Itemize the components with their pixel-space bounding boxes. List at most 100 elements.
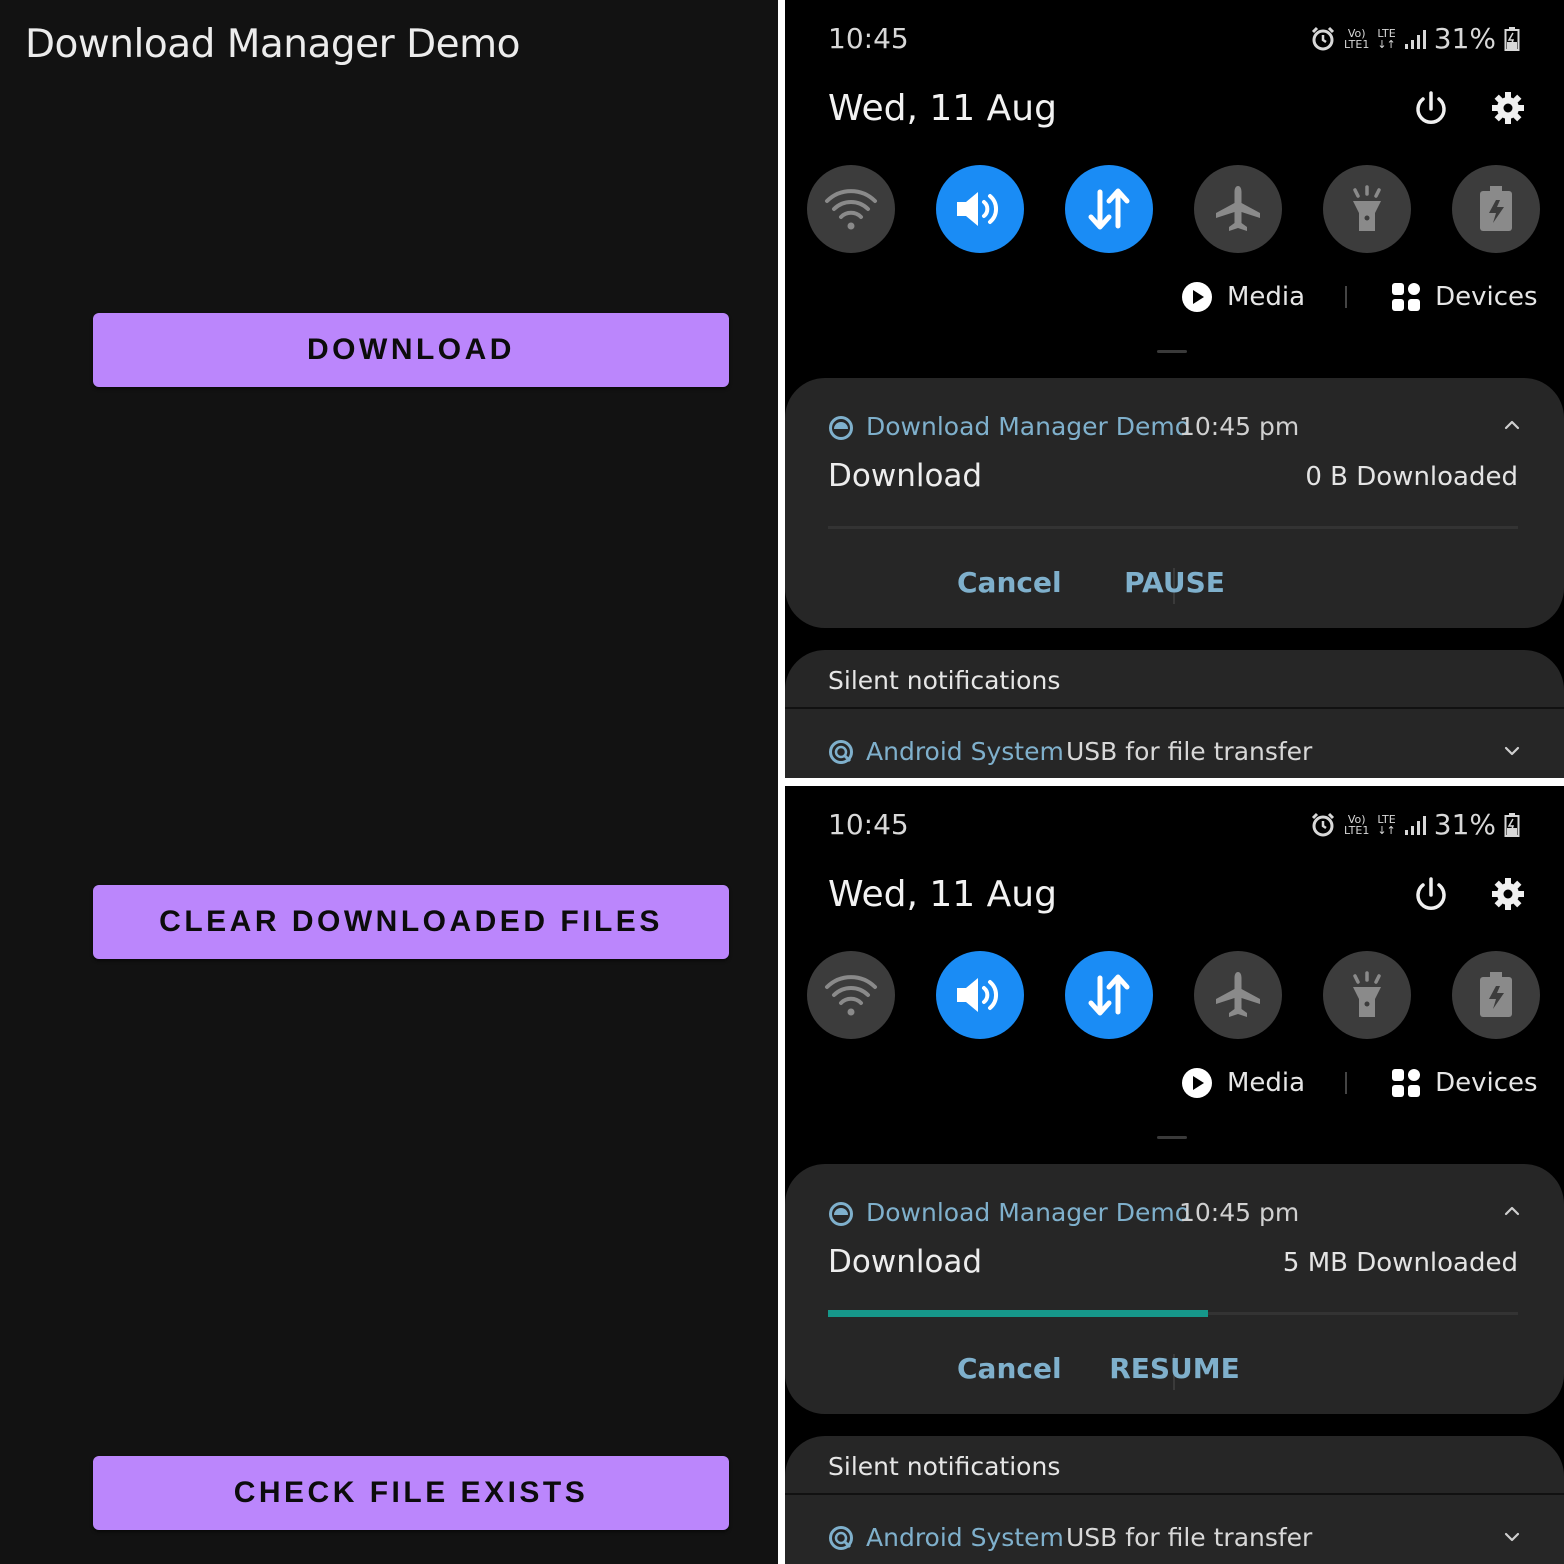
silent-notifications-header: Silent notifications — [828, 1452, 1061, 1481]
wifi-tile[interactable] — [807, 165, 895, 253]
settings-icon[interactable] — [1490, 876, 1526, 912]
chevron-down-icon[interactable] — [1504, 746, 1520, 756]
media-devices-row: Media Devices — [1181, 1067, 1538, 1099]
download-notification[interactable]: Download Manager Demo 10:45 pm Download … — [785, 1164, 1564, 1414]
download-progress-bar — [828, 526, 1518, 529]
silent-notifications-header: Silent notifications — [828, 666, 1061, 695]
status-time: 10:45 — [828, 808, 909, 841]
status-time: 10:45 — [828, 22, 909, 55]
airplane-tile[interactable] — [1194, 165, 1282, 253]
status-bar-icons: Vo) LTE1 LTE ↓↑ 31% — [1310, 22, 1520, 55]
wifi-icon — [825, 189, 877, 230]
power-saving-tile[interactable] — [1452, 951, 1540, 1039]
chevron-down-icon[interactable] — [1504, 1532, 1520, 1542]
notification-shade-before: 10:45 Vo) LTE1 LTE ↓↑ 31% Wed, 11 Aug Me… — [785, 0, 1564, 778]
notification-title: Download — [828, 1244, 983, 1280]
devices-icon[interactable] — [1391, 282, 1421, 312]
battery-icon — [1504, 812, 1520, 837]
silent-notifications-section: Silent notifications Android System USB … — [785, 650, 1564, 778]
pause-resume-button[interactable]: RESUME — [785, 1352, 1564, 1385]
app-icon — [829, 416, 853, 440]
power-icon[interactable] — [1412, 90, 1450, 128]
sound-icon — [957, 978, 998, 1012]
divider — [1345, 1072, 1348, 1094]
power-saving-tile[interactable] — [1452, 165, 1540, 253]
flashlight-icon — [1353, 185, 1381, 231]
clear-downloaded-files-button[interactable]: CLEAR DOWNLOADED FILES — [93, 885, 729, 959]
devices-button[interactable]: Devices — [1435, 282, 1537, 312]
mobile-data-icon — [1088, 188, 1130, 230]
android-system-icon — [829, 1526, 853, 1550]
app-title: Download Manager Demo — [25, 22, 520, 67]
quick-settings-tiles — [807, 165, 1540, 253]
mobile-data-tile[interactable] — [1065, 951, 1153, 1039]
airplane-tile[interactable] — [1194, 951, 1282, 1039]
notification-time: 10:45 pm — [1179, 1198, 1300, 1227]
section-divider — [785, 1493, 1564, 1495]
divider — [1345, 286, 1348, 308]
media-button[interactable]: Media — [1227, 1068, 1305, 1098]
pause-resume-button[interactable]: PAUSE — [785, 566, 1564, 599]
notification-time: 10:45 pm — [1179, 412, 1300, 441]
lte-icon: LTE ↓↑ — [1377, 812, 1396, 837]
section-divider — [785, 707, 1564, 709]
date: Wed, 11 Aug — [828, 88, 1057, 129]
download-progress-fill — [828, 1310, 1208, 1317]
silent-notification-text[interactable]: USB for file transfer — [1066, 1523, 1312, 1552]
android-system-icon — [829, 740, 853, 764]
notification-title: Download — [828, 458, 983, 494]
flashlight-tile[interactable] — [1323, 165, 1411, 253]
media-play-icon[interactable] — [1181, 281, 1213, 313]
sound-tile[interactable] — [936, 951, 1024, 1039]
alarm-icon — [1311, 812, 1335, 836]
mobile-data-tile[interactable] — [1065, 165, 1153, 253]
download-button[interactable]: DOWNLOAD — [93, 313, 729, 387]
silent-notification-text[interactable]: USB for file transfer — [1066, 737, 1312, 766]
status-bar-icons: Vo) LTE1 LTE ↓↑ 31% — [1310, 808, 1520, 841]
sound-icon — [957, 192, 998, 226]
app-screen: Download Manager Demo DOWNLOAD CLEAR DOW… — [0, 0, 778, 1564]
download-notification[interactable]: Download Manager Demo 10:45 pm Download … — [785, 378, 1564, 628]
mobile-data-icon — [1088, 974, 1130, 1016]
silent-notification-app: Android System — [866, 737, 1064, 766]
battery-percent: 31% — [1433, 808, 1496, 841]
sound-tile[interactable] — [936, 165, 1024, 253]
drag-handle[interactable] — [1157, 350, 1187, 353]
wifi-icon — [825, 975, 877, 1016]
battery-percent: 31% — [1433, 22, 1496, 55]
chevron-up-icon[interactable] — [1504, 1206, 1520, 1216]
devices-icon[interactable] — [1391, 1068, 1421, 1098]
power-saving-icon — [1480, 186, 1512, 231]
chevron-up-icon[interactable] — [1504, 420, 1520, 430]
silent-notification-app: Android System — [866, 1523, 1064, 1552]
app-icon — [829, 1202, 853, 1226]
notification-status: 0 B Downloaded — [1305, 462, 1518, 492]
check-file-exists-button[interactable]: CHECK FILE EXISTS — [93, 1456, 729, 1530]
devices-button[interactable]: Devices — [1435, 1068, 1537, 1098]
flashlight-icon — [1353, 971, 1381, 1017]
signal-icon — [1404, 815, 1426, 835]
flashlight-tile[interactable] — [1323, 951, 1411, 1039]
power-saving-icon — [1480, 972, 1512, 1017]
drag-handle[interactable] — [1157, 1136, 1187, 1139]
airplane-icon — [1216, 186, 1260, 231]
notification-shade-after: 10:45 Vo) LTE1 LTE ↓↑ 31% Wed, 11 Aug Me… — [785, 786, 1564, 1564]
volte-icon: Vo) LTE1 — [1344, 26, 1370, 51]
notification-app-name: Download Manager Demo — [866, 412, 1191, 441]
media-button[interactable]: Media — [1227, 282, 1305, 312]
volte-icon: Vo) LTE1 — [1344, 812, 1370, 837]
quick-settings-tiles — [807, 951, 1540, 1039]
alarm-icon — [1311, 26, 1335, 50]
power-icon[interactable] — [1412, 876, 1450, 914]
download-progress-bar — [828, 1310, 1518, 1317]
silent-notifications-section: Silent notifications Android System USB … — [785, 1436, 1564, 1564]
settings-icon[interactable] — [1490, 90, 1526, 126]
signal-icon — [1404, 29, 1426, 49]
battery-icon — [1504, 26, 1520, 51]
wifi-tile[interactable] — [807, 951, 895, 1039]
media-devices-row: Media Devices — [1181, 281, 1538, 313]
notification-app-name: Download Manager Demo — [866, 1198, 1191, 1227]
lte-icon: LTE ↓↑ — [1377, 26, 1396, 51]
media-play-icon[interactable] — [1181, 1067, 1213, 1099]
date: Wed, 11 Aug — [828, 874, 1057, 915]
